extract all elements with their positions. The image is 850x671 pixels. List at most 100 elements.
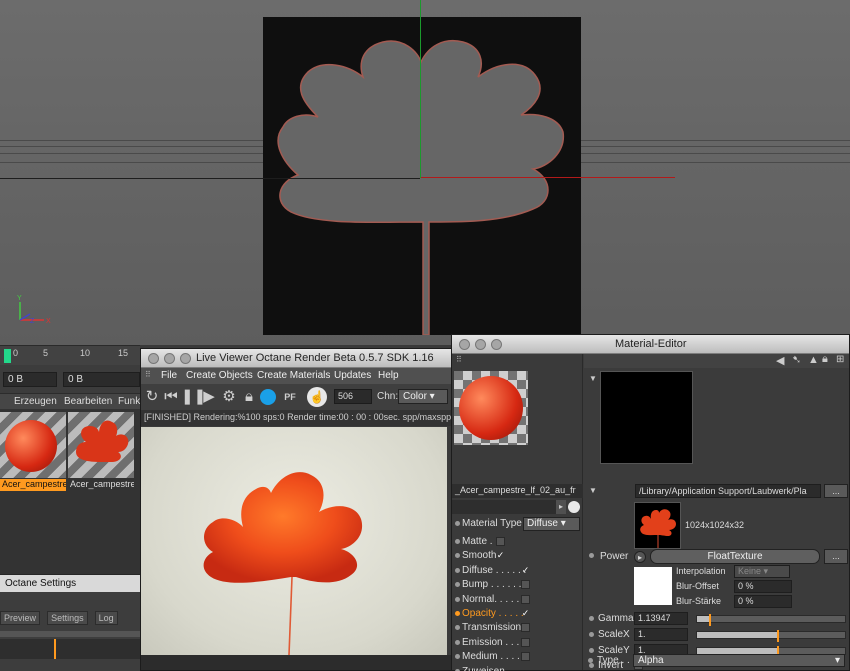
channel-select[interactable]: Color ▾: [398, 389, 448, 404]
material-preview: [0, 412, 66, 478]
current-frame-field[interactable]: 0 B: [63, 372, 140, 387]
channel-row[interactable]: Transmission: [452, 621, 583, 635]
pf-icon[interactable]: PF: [281, 388, 299, 406]
menu-create-objects[interactable]: Create Objects: [186, 370, 253, 381]
blur-offset-field[interactable]: 0 %: [734, 580, 792, 593]
spp-field[interactable]: 506: [334, 389, 372, 404]
power-arrow-icon[interactable]: ▸: [634, 551, 646, 563]
channel-checkbox[interactable]: ✓: [521, 609, 530, 618]
titlebar[interactable]: Material-Editor: [452, 335, 849, 354]
pointer-icon[interactable]: ➷: [792, 353, 801, 366]
tab-log[interactable]: Log: [94, 611, 118, 625]
channel-row[interactable]: Medium . . . . .: [452, 650, 583, 664]
channel-row[interactable]: Zuweisen: [452, 665, 583, 671]
channel-checkbox[interactable]: [521, 594, 530, 604]
up-arrow-icon[interactable]: ▲: [808, 354, 819, 366]
tab-settings[interactable]: Settings: [47, 611, 88, 625]
channel-row[interactable]: Normal. . . . . .: [452, 593, 583, 607]
preview-toggle-icon[interactable]: [568, 501, 580, 513]
material-preview[interactable]: [454, 371, 528, 445]
viewport-3d[interactable]: Y X Z: [0, 0, 850, 345]
scalex-field[interactable]: 1.: [634, 628, 688, 641]
new-window-icon[interactable]: ⊞: [836, 354, 844, 365]
interpolation-select[interactable]: Keine ▾: [734, 565, 790, 578]
minimize-button[interactable]: [164, 353, 175, 364]
channel-checkbox[interactable]: [521, 652, 530, 662]
channel-row[interactable]: Matte . .: [452, 535, 583, 549]
close-button[interactable]: [148, 353, 159, 364]
material-thumb[interactable]: Acer_campestre: [68, 412, 134, 490]
channel-row[interactable]: Diffuse . . . . . . ✓: [452, 564, 583, 578]
channel-label: Matte . .: [462, 536, 499, 547]
timeline[interactable]: 0 5 10 15: [0, 345, 140, 365]
expand-arrow-icon[interactable]: ▸: [556, 500, 566, 514]
close-button[interactable]: [459, 339, 470, 350]
channel-checkbox[interactable]: [521, 623, 530, 633]
scalex-slider[interactable]: [696, 630, 846, 642]
channel-dot: [455, 654, 460, 660]
live-viewer-window: Live Viewer Octane Render Beta 0.5.7 SDK…: [140, 348, 452, 671]
menu-create-materials[interactable]: Create Materials: [257, 370, 330, 381]
channel-checkbox[interactable]: [521, 580, 530, 590]
channel-row[interactable]: Bump . . . . . . .: [452, 578, 583, 592]
menu-erzeugen[interactable]: Erzeugen: [14, 396, 57, 407]
channel-label: Smooth: [462, 550, 497, 562]
material-type-value: Diffuse: [527, 518, 558, 529]
gamma-slider[interactable]: [696, 614, 846, 626]
material-name-field[interactable]: _Acer_campestre_lf_02_au_fr: [452, 484, 583, 498]
channel-settings-panel: ◀ ➷ ▲ 🔒︎ ⊞ ▼ ▼ /Library/Application Supp…: [584, 353, 849, 671]
lock-icon[interactable]: 🔒︎: [822, 353, 828, 366]
menu-bearbeiten[interactable]: Bearbeiten: [64, 396, 112, 407]
channel-label: Normal. . . . . .: [462, 593, 525, 605]
channel-checkbox[interactable]: ✓: [521, 565, 530, 575]
power-options-button[interactable]: ...: [824, 549, 848, 564]
zoom-button[interactable]: [180, 353, 191, 364]
type-select[interactable]: Alpha ▾: [633, 654, 845, 667]
float-texture-button[interactable]: FloatTexture: [650, 549, 820, 564]
minimize-button[interactable]: [475, 339, 486, 350]
pause-icon[interactable]: ❚❚: [181, 388, 206, 406]
texture-path-field[interactable]: /Library/Application Support/Laubwerk/Pl…: [635, 484, 821, 498]
zoom-button[interactable]: [491, 339, 502, 350]
material-manager-menubar: Erzeugen Bearbeiten Funkt: [0, 393, 143, 409]
param-dot: [588, 658, 593, 663]
menu-updates[interactable]: Updates: [334, 370, 371, 381]
blur-strength-field[interactable]: 0 %: [734, 595, 792, 608]
channel-checkbox[interactable]: [521, 637, 530, 647]
blur-offset-label: Blur-Offset: [676, 581, 719, 591]
settings-timeline[interactable]: [0, 639, 140, 659]
material-search-field[interactable]: [452, 500, 562, 514]
channel-checkbox[interactable]: ✓: [496, 551, 505, 560]
material-thumb[interactable]: Acer_campestre: [0, 412, 66, 491]
back-arrow-icon[interactable]: ◀: [776, 354, 784, 367]
panel-toolbar: ◀ ➷ ▲ 🔒︎ ⊞: [584, 353, 849, 368]
first-frame-icon[interactable]: ⏮: [162, 388, 180, 406]
channel-row[interactable]: Emission . . . .: [452, 636, 583, 650]
titlebar[interactable]: Live Viewer Octane Render Beta 0.5.7 SDK…: [141, 349, 451, 368]
render-output[interactable]: [141, 427, 447, 655]
reload-icon[interactable]: ↻: [143, 388, 161, 406]
tab-preview[interactable]: Preview: [0, 611, 41, 625]
material-type-select[interactable]: Diffuse ▾: [523, 517, 580, 531]
channel-dot: [455, 539, 460, 544]
browse-button[interactable]: ...: [824, 484, 848, 498]
menu-help[interactable]: Help: [378, 370, 399, 381]
pointer-icon[interactable]: ☝: [307, 387, 327, 407]
start-frame-field[interactable]: 0 B: [3, 372, 57, 387]
channel-row[interactable]: Opacity . . . . . ✓: [452, 607, 583, 621]
playhead[interactable]: [4, 349, 11, 363]
interpolation-value: Keine: [738, 566, 762, 576]
texture-thumbnail: [634, 502, 681, 549]
gamma-field[interactable]: 1.13947: [634, 612, 688, 625]
sphere-icon[interactable]: [260, 389, 276, 405]
channel-checkbox[interactable]: [496, 537, 505, 546]
menu-file[interactable]: File: [161, 370, 177, 381]
channel-list-panel: ⠿ _Acer_campestre_lf_02_au_fr ▸ Material…: [452, 354, 583, 671]
gear-icon[interactable]: ⚙: [220, 388, 238, 406]
collapse-arrow-icon[interactable]: ▼: [589, 374, 597, 383]
timeline-tick: 10: [80, 348, 91, 358]
lock-icon[interactable]: 🔒︎: [240, 388, 258, 406]
collapse-arrow-icon[interactable]: ▼: [589, 486, 597, 495]
play-icon[interactable]: ▶: [200, 388, 218, 406]
channel-row[interactable]: Smooth ✓: [452, 549, 583, 563]
